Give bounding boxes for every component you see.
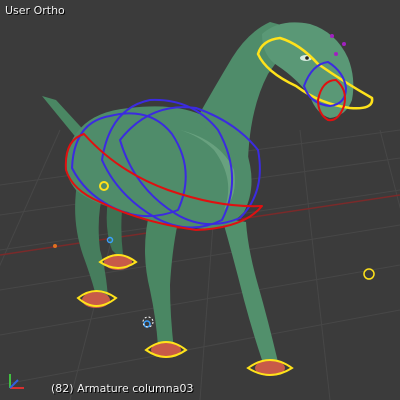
viewport-scene[interactable] bbox=[0, 0, 400, 400]
hoof-front-right bbox=[246, 359, 294, 376]
3d-viewport[interactable]: User Ortho (82) Armature columna03 bbox=[0, 0, 400, 400]
face-marker-2 bbox=[342, 42, 346, 46]
hoof-back-left bbox=[98, 254, 138, 270]
knee-marker-front bbox=[143, 320, 151, 328]
hoof-front-left bbox=[144, 341, 188, 358]
dino-front-leg-right bbox=[222, 218, 278, 362]
face-marker-3 bbox=[334, 52, 338, 56]
point-marker-orange bbox=[53, 244, 57, 248]
hoof-back-right bbox=[76, 290, 118, 308]
view-mode-label: User Ortho bbox=[5, 4, 65, 17]
face-marker-1 bbox=[330, 34, 334, 38]
viewport-status-text: (82) Armature columna03 bbox=[51, 382, 194, 395]
dino-pupil bbox=[305, 56, 309, 60]
dino-front-leg-left bbox=[145, 210, 178, 350]
